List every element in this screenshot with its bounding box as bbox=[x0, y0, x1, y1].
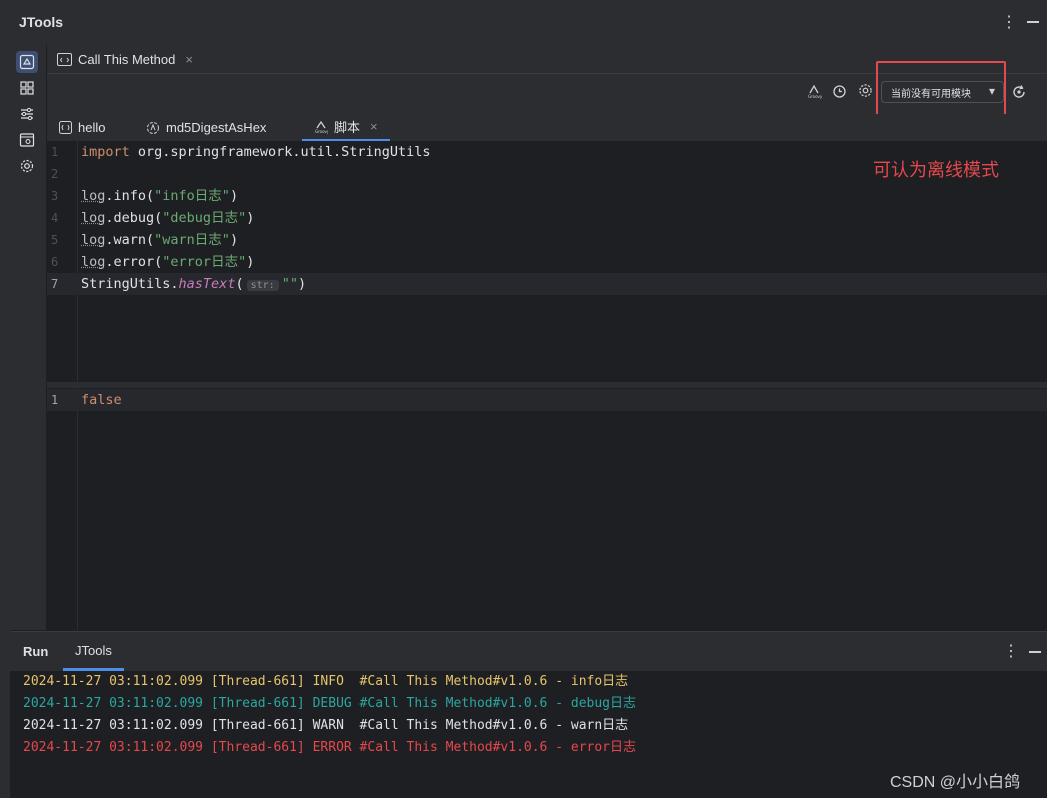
close-icon[interactable]: × bbox=[185, 52, 193, 67]
line-number: 5 bbox=[51, 233, 59, 247]
code-text: ( bbox=[235, 276, 244, 292]
parameter-hint: str: bbox=[246, 280, 279, 291]
code-text: log bbox=[81, 210, 106, 226]
tab-label: Call This Method bbox=[78, 51, 176, 67]
code-text: ) bbox=[229, 188, 239, 204]
sliders-icon bbox=[21, 107, 33, 121]
gear-icon bbox=[20, 159, 34, 173]
grid-icon bbox=[20, 81, 34, 95]
code-line: 4 log.debug("debug日志") bbox=[47, 207, 1047, 229]
code-text: ) bbox=[297, 276, 307, 292]
sidebar-item-sliders[interactable] bbox=[16, 103, 38, 125]
sidebar-item-settings[interactable] bbox=[16, 155, 38, 177]
tab-label: JTools bbox=[75, 642, 112, 658]
tab-hello[interactable]: hello bbox=[59, 114, 105, 141]
output-text: false bbox=[81, 392, 122, 408]
vertical-dots-icon[interactable]: ⋮ bbox=[1003, 641, 1019, 661]
string-literal: "" bbox=[281, 276, 298, 292]
code-line: 5 log.warn("warn日志") bbox=[47, 229, 1047, 251]
tab-call-this-method[interactable]: Call This Method × bbox=[57, 49, 193, 69]
method-icon bbox=[147, 121, 159, 134]
code-text: .info( bbox=[105, 188, 155, 204]
output-line: 1 false bbox=[47, 389, 1047, 411]
log-line-debug: 2024-11-27 03:11:02.099 [Thread-661] DEB… bbox=[23, 696, 636, 711]
sidebar-item-recycle[interactable] bbox=[16, 51, 38, 73]
current-code-line: 7 StringUtils.hasText(str: "") bbox=[47, 273, 1047, 295]
editor-tab-bar: hello md5DigestAsHex Groovy 脚本 × bbox=[47, 114, 1047, 142]
minimize-icon[interactable] bbox=[1027, 21, 1039, 23]
log-line-warn: 2024-11-27 03:11:02.099 [Thread-661] WAR… bbox=[23, 718, 629, 733]
keyword: import bbox=[81, 144, 130, 160]
string-literal: "error日志" bbox=[162, 254, 247, 270]
gutter-separator bbox=[77, 388, 78, 630]
line-number: 6 bbox=[51, 255, 59, 269]
close-icon[interactable]: × bbox=[370, 119, 378, 134]
output-pane: 1 false bbox=[47, 388, 1047, 630]
code-text: ) bbox=[246, 254, 255, 270]
code-line: 6 log.error("error日志") bbox=[47, 251, 1047, 273]
annotation-text: 可认为离线模式 bbox=[873, 160, 999, 180]
string-literal: "warn日志" bbox=[154, 232, 230, 248]
code-line: 3 log.info("info日志") bbox=[47, 185, 1047, 207]
code-text: .warn( bbox=[105, 232, 155, 248]
line-number: 1 bbox=[51, 145, 59, 159]
code-text: .debug( bbox=[105, 210, 163, 226]
svg-text:Groovy: Groovy bbox=[315, 129, 328, 134]
tab-label: hello bbox=[78, 120, 106, 135]
tab-md5digestashex[interactable]: md5DigestAsHex bbox=[146, 114, 266, 141]
tab-run[interactable]: Run bbox=[23, 632, 48, 671]
tab-label: md5DigestAsHex bbox=[166, 120, 267, 135]
run-panel-header: Run JTools ⋮ bbox=[10, 631, 1047, 672]
app-title: JTools bbox=[19, 14, 64, 30]
code-text: ) bbox=[246, 210, 255, 226]
code-text: StringUtils. bbox=[81, 276, 179, 292]
string-literal: "info日志" bbox=[154, 188, 230, 204]
tab-label: 脚本 bbox=[334, 120, 361, 135]
tool-sidebar bbox=[10, 44, 47, 630]
gear-icon[interactable] bbox=[858, 83, 873, 103]
code-window-icon bbox=[57, 52, 72, 66]
line-number: 4 bbox=[51, 211, 59, 225]
vertical-dots-icon[interactable]: ⋮ bbox=[1001, 12, 1017, 32]
code-text: log bbox=[81, 188, 106, 204]
watermark: CSDN @小小白鸽 bbox=[890, 774, 1021, 791]
groovy-icon: Groovy bbox=[315, 120, 328, 134]
code-text: org.springframework.util.StringUtils bbox=[129, 144, 431, 160]
tab-script[interactable]: Groovy 脚本 × bbox=[302, 114, 390, 141]
tab-jtools[interactable]: JTools bbox=[63, 632, 124, 671]
method-call: hasText bbox=[178, 276, 236, 292]
line-number: 2 bbox=[51, 167, 59, 181]
code-text: log bbox=[81, 254, 106, 270]
refresh-icon[interactable] bbox=[1011, 84, 1027, 105]
string-literal: "debug日志" bbox=[162, 210, 247, 226]
java-file-icon bbox=[59, 121, 72, 134]
line-number: 1 bbox=[51, 393, 59, 407]
title-bar: JTools ⋮ bbox=[10, 0, 1047, 45]
log-line-error: 2024-11-27 03:11:02.099 [Thread-661] ERR… bbox=[23, 740, 636, 755]
line-number: 3 bbox=[51, 189, 59, 203]
svg-text:Groovy: Groovy bbox=[808, 94, 822, 99]
recycle-icon bbox=[19, 54, 35, 70]
browser-search-icon bbox=[19, 133, 35, 147]
minimize-icon[interactable] bbox=[1029, 651, 1041, 653]
log-line-info: 2024-11-27 03:11:02.099 [Thread-661] INF… bbox=[23, 674, 629, 689]
line-number: 7 bbox=[51, 277, 59, 291]
code-text: log bbox=[81, 232, 106, 248]
history-icon[interactable] bbox=[832, 84, 847, 104]
sidebar-item-grid[interactable] bbox=[16, 77, 38, 99]
code-text: .error( bbox=[105, 254, 163, 270]
sidebar-item-browser[interactable] bbox=[16, 129, 38, 151]
groovy-icon[interactable]: Groovy bbox=[807, 84, 823, 104]
tab-label: Run bbox=[23, 644, 49, 659]
code-text: ) bbox=[229, 232, 239, 248]
